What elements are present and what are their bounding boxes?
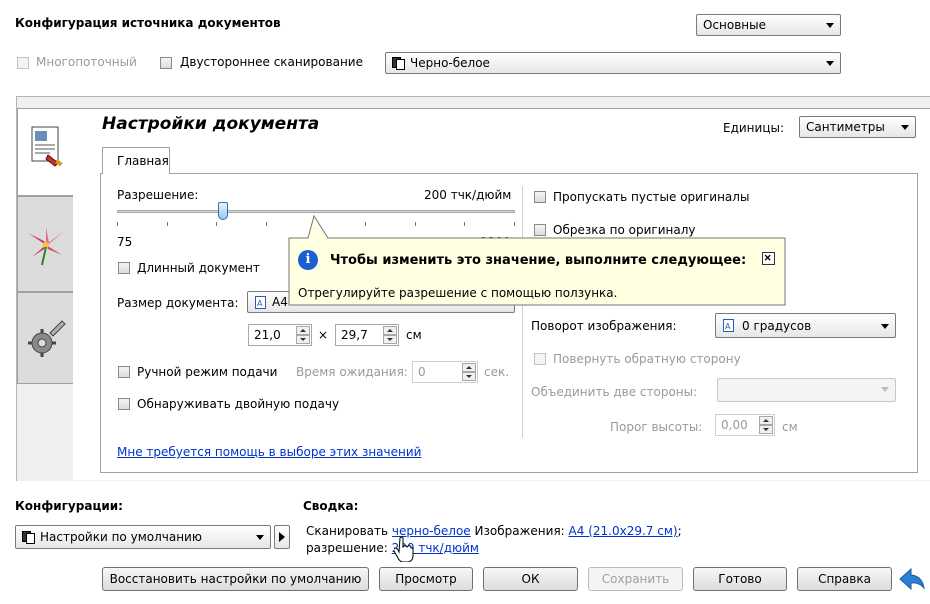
document-settings-icon (31, 126, 63, 167)
summary-line-2: разрешение: 200 тчк/дюйм (306, 541, 479, 555)
chevron-down-icon (881, 387, 889, 392)
width-spinner[interactable]: 21,0 (248, 324, 312, 346)
side-tab-document[interactable] (17, 108, 73, 196)
hand-cursor-icon (394, 536, 414, 562)
duplex-label: Двустороннее сканирование (180, 55, 363, 69)
save-button[interactable]: Сохранить (588, 567, 683, 591)
timeout-unit-label: сек. (484, 365, 510, 379)
color-mode-select[interactable]: Черно-белое (385, 52, 841, 74)
chevron-down-icon (256, 535, 264, 540)
spin-up-icon[interactable] (296, 326, 310, 335)
info-icon: i (298, 250, 318, 270)
configurations-select[interactable]: Настройки по умолчанию (15, 525, 271, 549)
skip-blank-checkbox[interactable] (534, 191, 546, 203)
tooltip-title: Чтобы изменить это значение, выполните с… (330, 253, 747, 268)
spin-down-icon[interactable] (759, 425, 773, 434)
manual-feed-label: Ручной режим подачи (137, 365, 278, 379)
ok-button[interactable]: ОК (483, 567, 578, 591)
help-choosing-link[interactable]: Мне требуется помощь в выборе этих значе… (117, 445, 421, 459)
tab-main[interactable]: Главная (102, 147, 170, 174)
duplex-checkbox[interactable] (160, 57, 172, 69)
height-threshold-unit: см (782, 420, 798, 434)
slider-tick (216, 222, 217, 226)
chevron-right-icon (279, 532, 285, 542)
summary-label: Сводка: (303, 499, 359, 513)
timeout-spinner[interactable]: 0 (412, 361, 478, 383)
spin-up-icon[interactable] (462, 363, 476, 372)
units-select[interactable]: Сантиметры (799, 116, 916, 138)
restore-defaults-button[interactable]: Восстановить настройки по умолчанию (102, 567, 369, 591)
configurations-label: Конфигурации: (15, 499, 123, 513)
source-config-title: Конфигурация источника документов (15, 16, 281, 30)
side-tab-image[interactable] (17, 196, 73, 292)
chevron-down-icon (826, 23, 834, 28)
long-document-label: Длинный документ (137, 261, 260, 275)
page-rotation-icon: A (723, 319, 734, 332)
times-sign: × (318, 328, 329, 342)
back-arrow-icon[interactable] (899, 568, 925, 590)
chevron-down-icon (881, 324, 889, 329)
slider-tick (167, 222, 168, 226)
units-label: Единицы: (723, 121, 785, 135)
height-threshold-label: Порог высоты: (610, 420, 703, 434)
multistream-label: Многопоточный (36, 55, 137, 69)
close-icon[interactable] (762, 252, 775, 265)
spin-up-icon[interactable] (383, 326, 397, 335)
multistream-checkbox[interactable] (17, 57, 29, 69)
flower-image-icon (28, 227, 64, 266)
rotate-back-label: Повернуть обратную сторону (553, 352, 741, 366)
page-title: Настройки документа (102, 114, 320, 134)
preview-button[interactable]: Просмотр (379, 567, 473, 591)
height-spinner[interactable]: 29,7 (335, 324, 399, 346)
chevron-down-icon (901, 125, 909, 130)
rotation-label: Поворот изображения: (531, 319, 677, 333)
help-button[interactable]: Справка (797, 567, 892, 591)
rotate-back-checkbox[interactable] (534, 353, 546, 365)
summary-line-1: Сканировать черно-белое Изображения: A4 … (306, 524, 682, 538)
slider-thumb[interactable] (218, 202, 228, 220)
bw-document-icon (392, 57, 405, 70)
spin-down-icon[interactable] (383, 335, 397, 344)
merge-sides-select[interactable] (717, 378, 896, 402)
height-threshold-spinner[interactable]: 0,00 (715, 414, 775, 436)
slider-min-label: 75 (117, 235, 133, 249)
size-unit-label: см (406, 328, 422, 342)
side-tab-advanced[interactable] (17, 292, 73, 384)
double-feed-label: Обнаруживать двойную подачу (137, 397, 340, 411)
spin-up-icon[interactable] (759, 416, 773, 425)
spin-down-icon[interactable] (296, 335, 310, 344)
chevron-down-icon (826, 61, 834, 66)
done-button[interactable]: Готово (693, 567, 787, 591)
image-size-link[interactable]: A4 (21.0x29.7 см) (569, 524, 678, 538)
svg-text:A: A (257, 299, 263, 308)
rotation-select[interactable]: A 0 градусов (715, 313, 896, 338)
slider-track (117, 210, 515, 213)
bw-document-icon (22, 531, 35, 544)
tooltip-body: Отрегулируйте разрешение с помощью ползу… (298, 286, 618, 300)
slider-tick (266, 222, 267, 226)
manual-feed-checkbox[interactable] (118, 366, 130, 378)
profile-select[interactable]: Основные (696, 14, 841, 36)
gear-wrench-icon (28, 320, 66, 357)
timeout-label: Время ожидания: (296, 365, 408, 379)
svg-text:A: A (725, 322, 731, 331)
document-size-label: Размер документа: (117, 296, 239, 310)
page-size-icon: A (255, 296, 266, 309)
configurations-menu-button[interactable] (274, 525, 290, 549)
slider-tick (117, 222, 118, 226)
double-feed-checkbox[interactable] (118, 398, 130, 410)
merge-sides-label: Объединить две стороны: (531, 385, 698, 399)
spin-down-icon[interactable] (462, 372, 476, 381)
long-document-checkbox[interactable] (118, 262, 130, 274)
skip-blank-label: Пропускать пустые оригиналы (553, 190, 750, 204)
